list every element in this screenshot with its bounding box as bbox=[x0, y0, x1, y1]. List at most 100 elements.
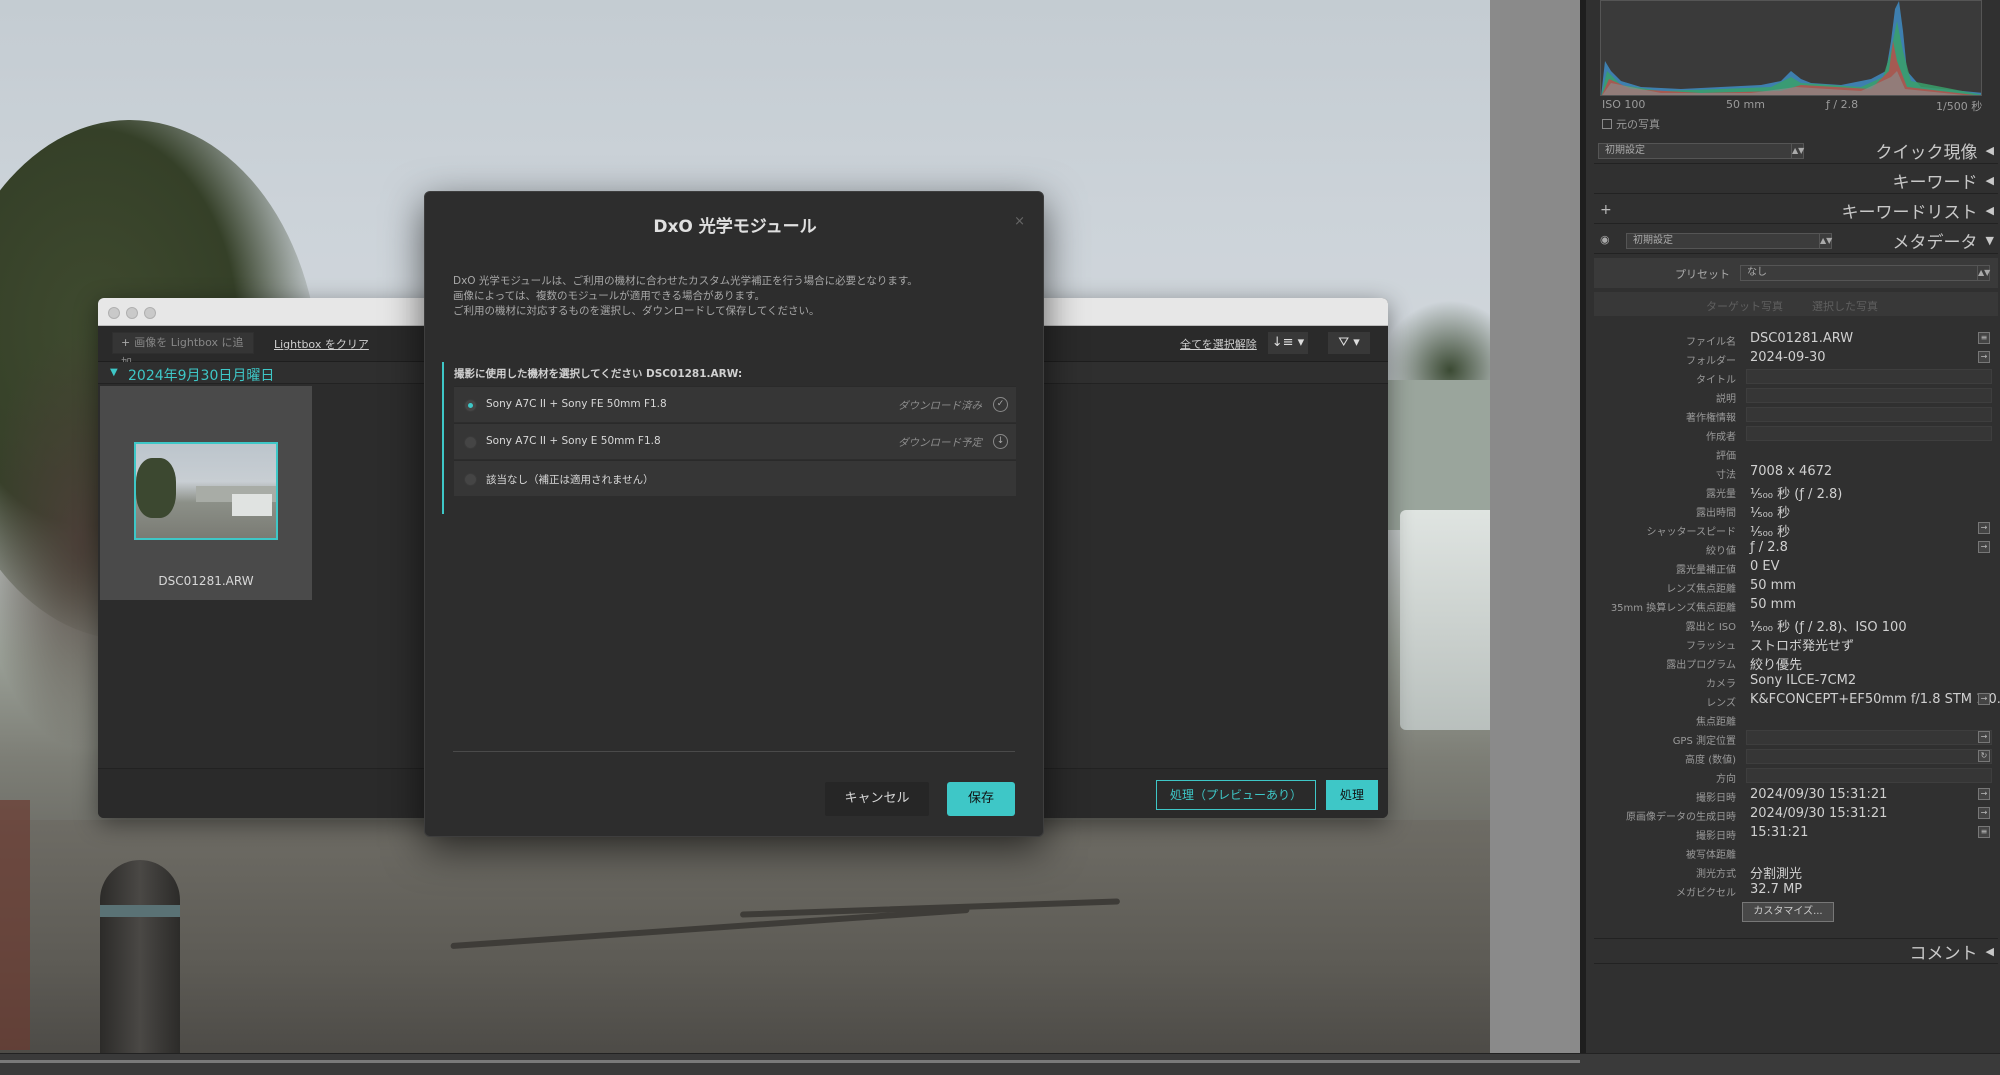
metadata-input[interactable] bbox=[1746, 407, 1992, 422]
metadata-label: 作成者 bbox=[1706, 432, 1736, 443]
metadata-row: 露出プログラム 絞り優先 bbox=[1594, 653, 1998, 673]
thumbnail-image[interactable] bbox=[134, 442, 278, 540]
section-metadata[interactable]: ◉ 初期設定 ▲▼ メタデータ ▼ bbox=[1594, 228, 1998, 254]
preset-select[interactable]: なし ▲▼ bbox=[1740, 265, 1990, 281]
metadata-label: 高度 (数値) bbox=[1685, 755, 1736, 766]
metadata-value: 2024-09-30 bbox=[1750, 350, 1826, 365]
section-comments[interactable]: コメント ◀ bbox=[1594, 938, 1998, 964]
process-with-preview-button[interactable]: 処理（プレビューあり） bbox=[1156, 780, 1316, 810]
radio-selected-icon[interactable] bbox=[464, 399, 477, 412]
dialog-divider bbox=[453, 751, 1015, 752]
metadata-action-icon[interactable]: ≡ bbox=[1978, 332, 1990, 344]
equipment-option[interactable]: Sony A7C II + Sony FE 50mm F1.8 ダウンロード済み… bbox=[454, 386, 1016, 422]
keyword-list-title: キーワードリスト bbox=[1841, 203, 1978, 223]
metadata-value: 50 mm bbox=[1750, 597, 1797, 612]
metadata-input[interactable] bbox=[1746, 730, 1992, 745]
metadata-label: レンズ bbox=[1706, 698, 1736, 709]
dialog-description: DxO 光学モジュールは、ご利用の機材に合わせたカスタム光学補正を行う場合に必要… bbox=[453, 274, 1013, 319]
cancel-button[interactable]: キャンセル bbox=[825, 782, 929, 816]
metadata-action-icon[interactable]: ↻ bbox=[1978, 750, 1990, 762]
metadata-input[interactable] bbox=[1746, 749, 1992, 764]
metadata-action-icon[interactable]: ≡ bbox=[1978, 826, 1990, 838]
metadata-action-icon[interactable]: → bbox=[1978, 522, 1990, 534]
metadata-row: 説明 bbox=[1594, 387, 1998, 405]
thumbnail-tile[interactable]: DSC01281.ARW bbox=[100, 386, 312, 600]
select-arrow-icon: ▲▼ bbox=[1819, 234, 1832, 248]
metadata-action-icon[interactable]: → bbox=[1978, 541, 1990, 553]
metadata-row: 高度 (数値) ↻ bbox=[1594, 748, 1998, 766]
collapse-icon[interactable]: ◀ bbox=[1986, 174, 1994, 187]
metadata-row: GPS 測定位置 → bbox=[1594, 729, 1998, 747]
metadata-preset-select[interactable]: 初期設定 ▲▼ bbox=[1626, 233, 1832, 249]
customize-button[interactable]: カスタマイズ... bbox=[1742, 902, 1834, 922]
metadata-action-icon[interactable]: → bbox=[1978, 807, 1990, 819]
metadata-row: 著作権情報 bbox=[1594, 406, 1998, 424]
section-keyword-list[interactable]: + キーワードリスト ◀ bbox=[1594, 198, 1998, 224]
metadata-label: 被写体距離 bbox=[1686, 850, 1736, 861]
metadata-input[interactable] bbox=[1746, 426, 1992, 441]
eye-icon[interactable]: ◉ bbox=[1600, 233, 1610, 246]
metadata-value: ストロボ発光せず bbox=[1750, 639, 1855, 654]
original-photo-toggle[interactable]: 元の写真 bbox=[1602, 116, 1660, 132]
zoom-window-icon[interactable] bbox=[144, 307, 156, 319]
target-selection-row: ターゲット写真 選択した写真 bbox=[1594, 292, 1998, 316]
metadata-value: K&FCONCEPT+EF50mm f/1.8 STM 1.0.3 bbox=[1750, 692, 2000, 707]
add-keyword-icon[interactable]: + bbox=[1600, 202, 1612, 218]
metadata-row: 測光方式 分割測光 bbox=[1594, 862, 1998, 882]
description-line: ご利用の機材に対応するものを選択し、ダウンロードして保存してください。 bbox=[453, 305, 820, 317]
radio-icon[interactable] bbox=[464, 473, 477, 486]
radio-icon[interactable] bbox=[464, 436, 477, 449]
metadata-input[interactable] bbox=[1746, 388, 1992, 403]
add-to-lightbox-button[interactable]: +画像を Lightbox に追加 bbox=[112, 332, 254, 369]
equipment-option[interactable]: Sony A7C II + Sony E 50mm F1.8 ダウンロード予定 … bbox=[454, 423, 1016, 459]
close-icon[interactable]: × bbox=[1014, 214, 1025, 229]
process-button[interactable]: 処理 bbox=[1326, 780, 1378, 810]
select-arrow-icon: ▲▼ bbox=[1977, 266, 1990, 280]
clear-lightbox-link[interactable]: Lightbox をクリア bbox=[274, 336, 369, 352]
metadata-row: 作成者 bbox=[1594, 425, 1998, 443]
metadata-value: ¹⁄₅₀₀ 秒 (ƒ / 2.8) bbox=[1750, 487, 1843, 502]
deselect-all-link[interactable]: 全てを選択解除 bbox=[1180, 336, 1257, 352]
metadata-row: 焦点距離 bbox=[1594, 710, 1998, 728]
checkbox-icon[interactable] bbox=[1602, 119, 1612, 129]
metadata-action-icon[interactable]: → bbox=[1978, 788, 1990, 800]
quick-develop-preset-select[interactable]: 初期設定 ▲▼ bbox=[1598, 143, 1804, 159]
metadata-value: DSC01281.ARW bbox=[1750, 331, 1854, 346]
metadata-label: 説明 bbox=[1716, 394, 1736, 405]
photo-post bbox=[100, 860, 180, 1053]
metadata-label: 露出時間 bbox=[1696, 508, 1736, 519]
metadata-action-icon[interactable]: → bbox=[1978, 693, 1990, 705]
metadata-row: 露光量 ¹⁄₅₀₀ 秒 (ƒ / 2.8) bbox=[1594, 482, 1998, 502]
section-quick-develop[interactable]: 初期設定 ▲▼ クイック現像 ◀ bbox=[1594, 138, 1998, 164]
collapse-icon[interactable]: ◀ bbox=[1986, 945, 1994, 958]
filmstrip-divider bbox=[0, 1060, 1580, 1063]
metadata-input[interactable] bbox=[1746, 369, 1992, 384]
metadata-value: 7008 x 4672 bbox=[1750, 464, 1833, 479]
metadata-row: 被写体距離 bbox=[1594, 843, 1998, 861]
equipment-option[interactable]: 該当なし（補正は適用されません） bbox=[454, 460, 1016, 496]
thumb-tree bbox=[136, 458, 176, 518]
sort-menu-icon[interactable]: ↓≡ ▾ bbox=[1268, 332, 1308, 354]
photo-rail bbox=[0, 800, 30, 1050]
metadata-title: メタデータ bbox=[1892, 233, 1978, 253]
close-window-icon[interactable] bbox=[108, 307, 120, 319]
metadata-action-icon[interactable]: → bbox=[1978, 731, 1990, 743]
expand-icon[interactable]: ▼ bbox=[1986, 234, 1994, 247]
disclosure-icon[interactable]: ▼ bbox=[110, 367, 118, 378]
collapse-icon[interactable]: ◀ bbox=[1986, 204, 1994, 217]
metadata-input[interactable] bbox=[1746, 768, 1992, 783]
histogram-graph bbox=[1601, 1, 1981, 95]
save-button[interactable]: 保存 bbox=[947, 782, 1015, 816]
target-photo-tab[interactable]: ターゲット写真 bbox=[1706, 298, 1783, 314]
metadata-value: 50 mm bbox=[1750, 578, 1797, 593]
metadata-label: シャッタースピード bbox=[1646, 527, 1737, 538]
metadata-row: 方向 bbox=[1594, 767, 1998, 785]
section-keywords[interactable]: キーワード ◀ bbox=[1594, 168, 1998, 194]
metadata-row: シャッタースピード ¹⁄₅₀₀ 秒 → bbox=[1594, 520, 1998, 540]
filter-menu-icon[interactable]: ⛛ ▾ bbox=[1328, 332, 1370, 354]
metadata-action-icon[interactable]: → bbox=[1978, 351, 1990, 363]
minimize-window-icon[interactable] bbox=[126, 307, 138, 319]
metadata-label: 測光方式 bbox=[1696, 869, 1736, 880]
collapse-icon[interactable]: ◀ bbox=[1986, 144, 1994, 157]
selected-photos-tab[interactable]: 選択した写真 bbox=[1812, 298, 1878, 314]
